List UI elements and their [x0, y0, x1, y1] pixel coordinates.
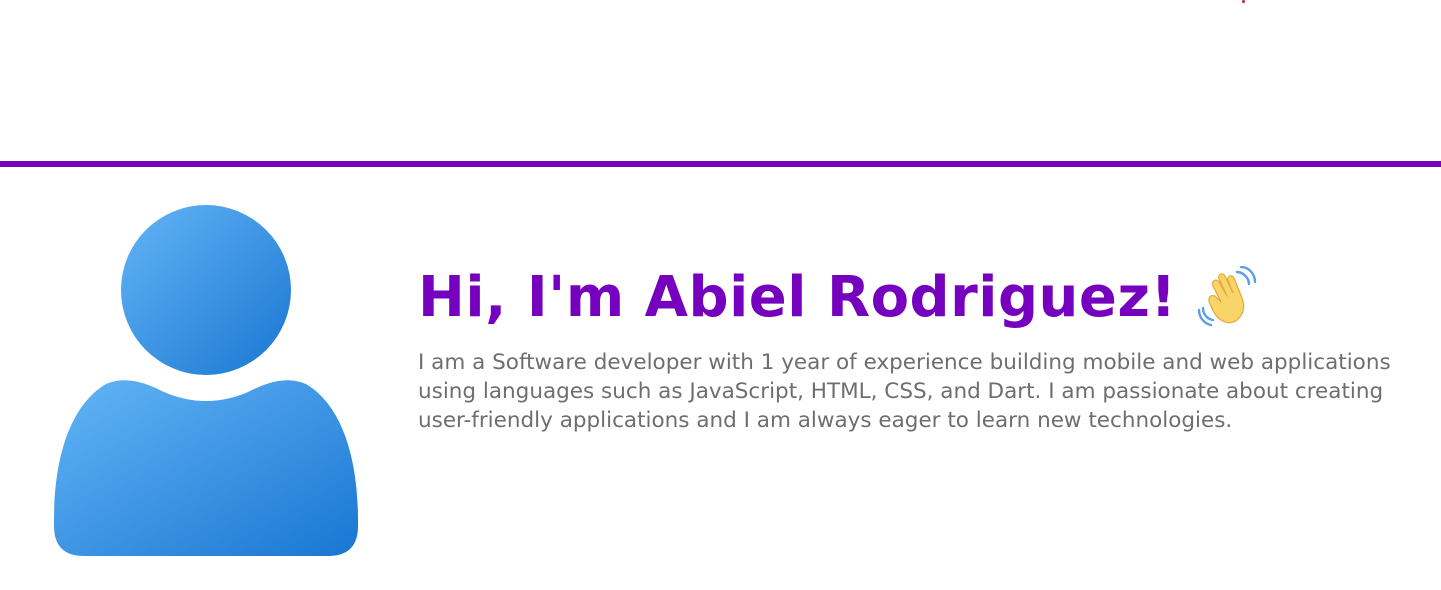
page-title: Hi, I'm Abiel Rodriguez!	[418, 265, 1177, 330]
header-divider	[0, 161, 1441, 167]
decorative-dot	[1242, 0, 1245, 3]
intro-description: I am a Software developer with 1 year of…	[418, 350, 1391, 433]
user-avatar-icon	[54, 205, 358, 556]
page: Hi, I'm Abiel Rodriguez! I am a Software…	[0, 0, 1441, 590]
intro-section: Hi, I'm Abiel Rodriguez! I am a Software…	[418, 252, 1441, 435]
heading-row: Hi, I'm Abiel Rodriguez!	[418, 252, 1441, 344]
waving-hand-icon	[1197, 266, 1256, 327]
